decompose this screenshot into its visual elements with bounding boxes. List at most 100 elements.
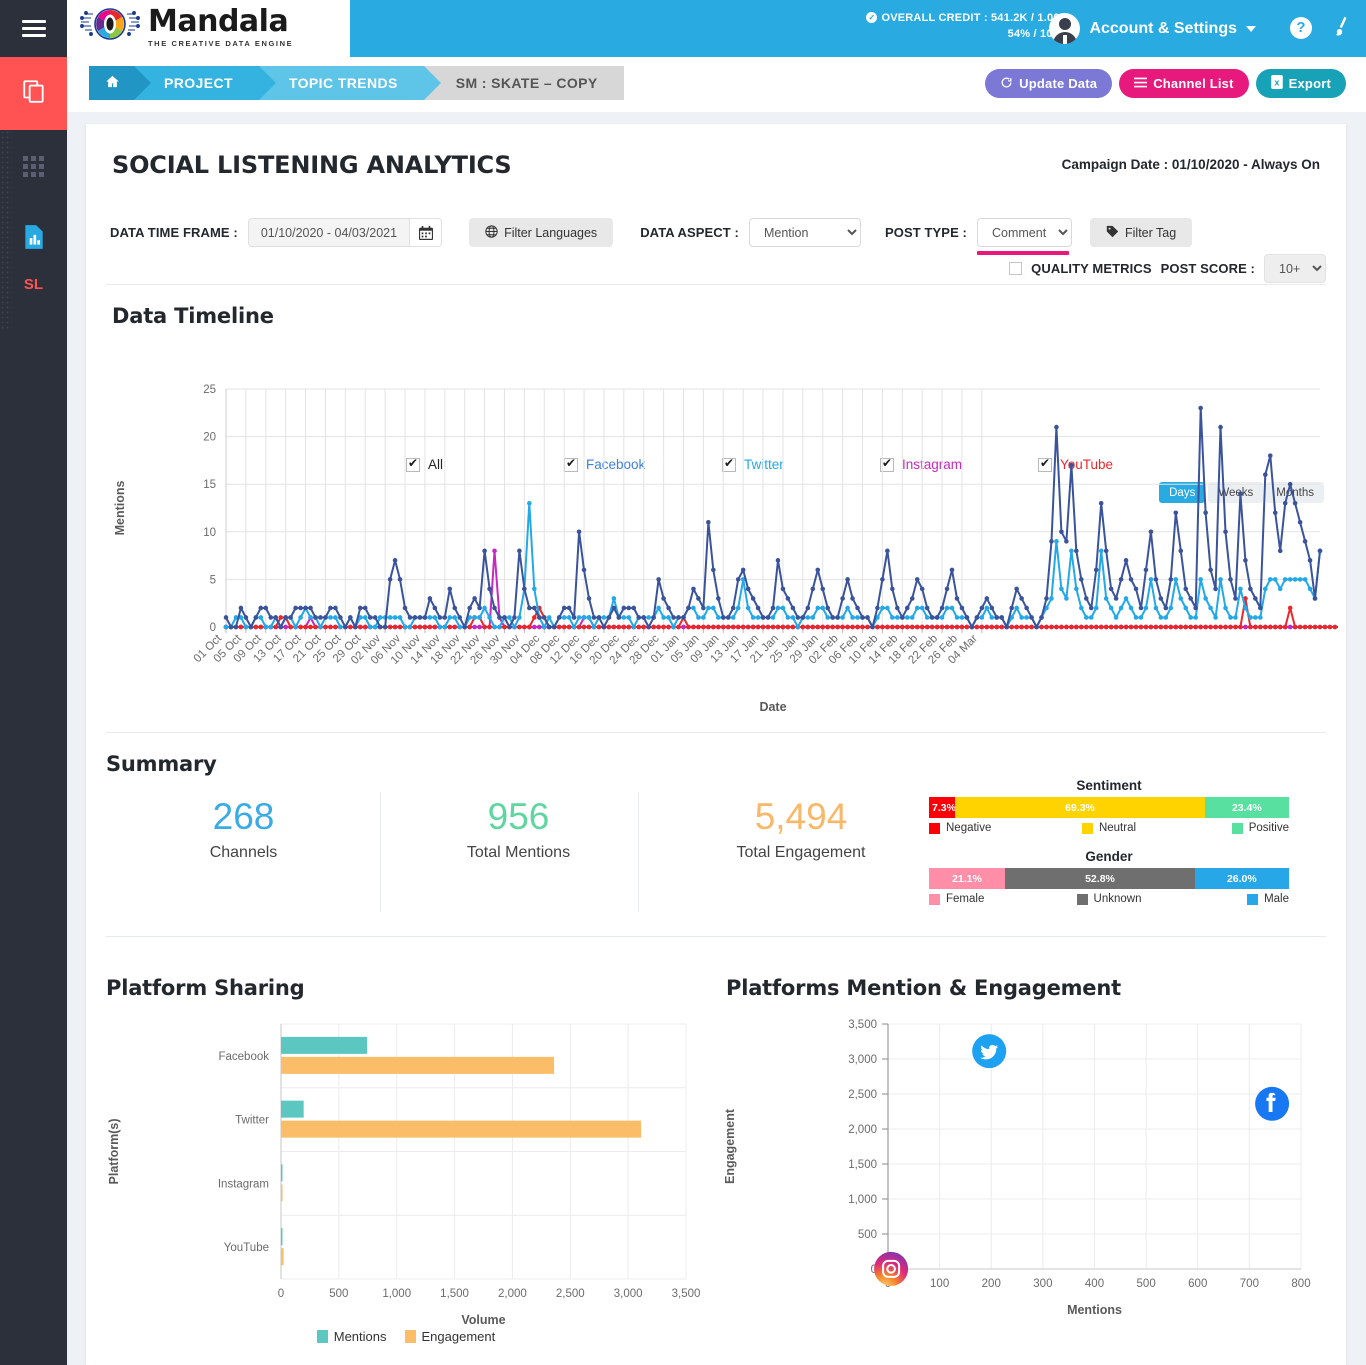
account-settings-menu[interactable]: Account & Settings [1049,13,1256,44]
hamburger-menu-icon [21,16,46,41]
left-sidebar: SL [0,0,67,1365]
check-circle-icon: ✓ [866,12,878,23]
home-icon [105,74,120,93]
sidebar-texture [0,130,12,330]
summary-divider-1 [380,792,381,912]
credit-percent: 54% / 100% [1007,27,1069,40]
svg-text:15: 15 [203,479,216,491]
brand-logo[interactable]: Mandala THE CREATIVE DATA ENGINE [79,4,293,50]
globe-icon [485,224,498,241]
breadcrumb-label: TOPIC TRENDS [288,75,398,91]
sentiment-legend: Negative Neutral Positive [929,822,1289,834]
gender-legend: Female Unknown Male [929,893,1289,905]
legend-mentions[interactable]: Mentions [316,1329,387,1344]
date-range-input[interactable]: 01/10/2020 - 04/03/2021 [247,218,443,247]
svg-text:Twitter: Twitter [235,1115,269,1127]
post-type-select[interactable]: Comment [977,218,1072,247]
svg-text:100: 100 [930,1278,949,1290]
filter-bar: DATA TIME FRAME : 01/10/2020 - 04/03/202… [110,206,1326,283]
filter-languages-button[interactable]: Filter Languages [469,218,614,247]
legend-label: Female [946,893,985,905]
grid-apps-icon [23,156,44,177]
app-root: SL Mandala THE CREATIVE DATA ENGINE ✓ OV… [0,0,1366,1365]
list-icon [1134,76,1148,91]
legend-label: Positive [1248,822,1289,834]
legend-engagement[interactable]: Engagement [404,1329,495,1344]
export-button[interactable]: x Export [1255,69,1346,98]
color-swatch [929,822,940,834]
sidebar-item-projects[interactable] [0,57,67,130]
svg-text:Volume: Volume [461,1313,505,1327]
legend-label: Neutral [1098,822,1137,834]
stat-total-mentions: 956 Total Mentions [381,796,656,862]
platform-sharing-legend: Mentions Engagement [96,1329,716,1344]
sentiment-legend-negative: Negative [929,822,1049,834]
data-timeline-title: Data Timeline [112,304,274,328]
post-score-select[interactable]: 10+ [1264,254,1326,283]
platform-sharing-chart[interactable]: 0 500 1,000 1,500 2,000 2,500 3,000 3,500 Facebo… [96,1014,716,1344]
svg-text:600: 600 [1188,1278,1207,1290]
summary-divider-2 [638,792,639,912]
stat-value: 5,494 [754,796,848,837]
copy-pages-icon [21,78,47,109]
svg-text:700: 700 [1240,1278,1259,1290]
gender-unknown-segment: 52.8% [1004,868,1196,889]
channel-list-button[interactable]: Channel List [1119,69,1249,98]
page-title: SOCIAL LISTENING ANALYTICS [112,151,512,179]
platforms-mention-engagement-chart[interactable]: 05001,0001,5002,0002,5003,0003,500010020… [716,1014,1336,1344]
data-aspect-select[interactable]: Mention [748,218,861,247]
svg-text:2,000: 2,000 [498,1288,527,1300]
campaign-date: Campaign Date : 01/10/2020 - Always On [1061,157,1320,172]
breadcrumb-bar: PROJECT TOPIC TRENDS SM : SKATE – COPY U… [67,57,1366,112]
gender-legend-unknown: Unknown [1049,893,1169,905]
color-swatch [404,1330,416,1343]
sentiment-legend-neutral: Neutral [1049,822,1169,834]
color-swatch [1231,822,1243,834]
sentiment-bar: 7.3% 69.3% 23.4% [929,797,1289,818]
help-icon[interactable]: ? [1290,17,1312,39]
divider-summary-bottom [106,936,1326,937]
refresh-icon [1000,76,1013,92]
gender-bar: 21.1% 52.8% 26.0% [929,868,1289,889]
filter-tag-label: Filter Tag [1125,225,1177,240]
main-content-card: SOCIAL LISTENING ANALYTICS Campaign Date… [86,124,1346,1365]
svg-text:500: 500 [1137,1278,1156,1290]
stat-value: 956 [487,796,550,837]
divider-top [106,284,1326,285]
export-label: Export [1288,76,1331,91]
svg-text:0: 0 [278,1288,284,1300]
hamburger-menu-button[interactable] [0,0,67,57]
legend-label: Negative [946,822,992,834]
partial-red-icon: SL [23,276,44,293]
svg-text:3,000: 3,000 [848,1054,877,1066]
svg-text:Facebook: Facebook [218,1051,269,1063]
stat-label: Total Mentions [466,844,571,861]
svg-text:800: 800 [1291,1278,1310,1290]
gender-block: Gender 21.1% 52.8% 26.0% Female Unknown … [929,849,1289,905]
svg-text:5: 5 [210,574,216,586]
calendar-icon[interactable] [409,219,442,246]
svg-text:400: 400 [1085,1278,1104,1290]
svg-text:3,500: 3,500 [848,1019,877,1031]
filter-tag-button[interactable]: Filter Tag [1090,218,1193,247]
svg-text:3,500: 3,500 [672,1288,701,1300]
svg-text:2,500: 2,500 [848,1089,877,1101]
breadcrumb-home[interactable] [89,66,151,100]
breadcrumb-item-current: SM : SKATE – COPY [423,66,624,100]
quality-metrics-checkbox[interactable] [1009,262,1023,275]
chart-document-icon [23,224,45,255]
excel-file-icon: x [1270,75,1283,92]
data-timeline-chart[interactable]: 051015202501 Oct05 Oct09 Oct13 Oct17 Oct… [98,379,1338,724]
platform-scatter-title: Platforms Mention & Engagement [726,976,1121,1000]
sentiment-neutral-segment: 69.3% [955,797,1205,818]
svg-text:10: 10 [203,527,216,539]
svg-text:200: 200 [982,1278,1001,1290]
account-settings-label: Account & Settings [1089,19,1237,37]
channel-list-label: Channel List [1153,76,1234,91]
update-data-button[interactable]: Update Data [985,69,1113,98]
stat-label: Total Engagement [736,844,866,861]
color-swatch [929,893,940,905]
chevron-down-icon [1246,25,1256,32]
breadcrumb-item-project[interactable]: PROJECT [134,66,276,100]
breadcrumb-item-topic-trends[interactable]: TOPIC TRENDS [258,66,441,100]
